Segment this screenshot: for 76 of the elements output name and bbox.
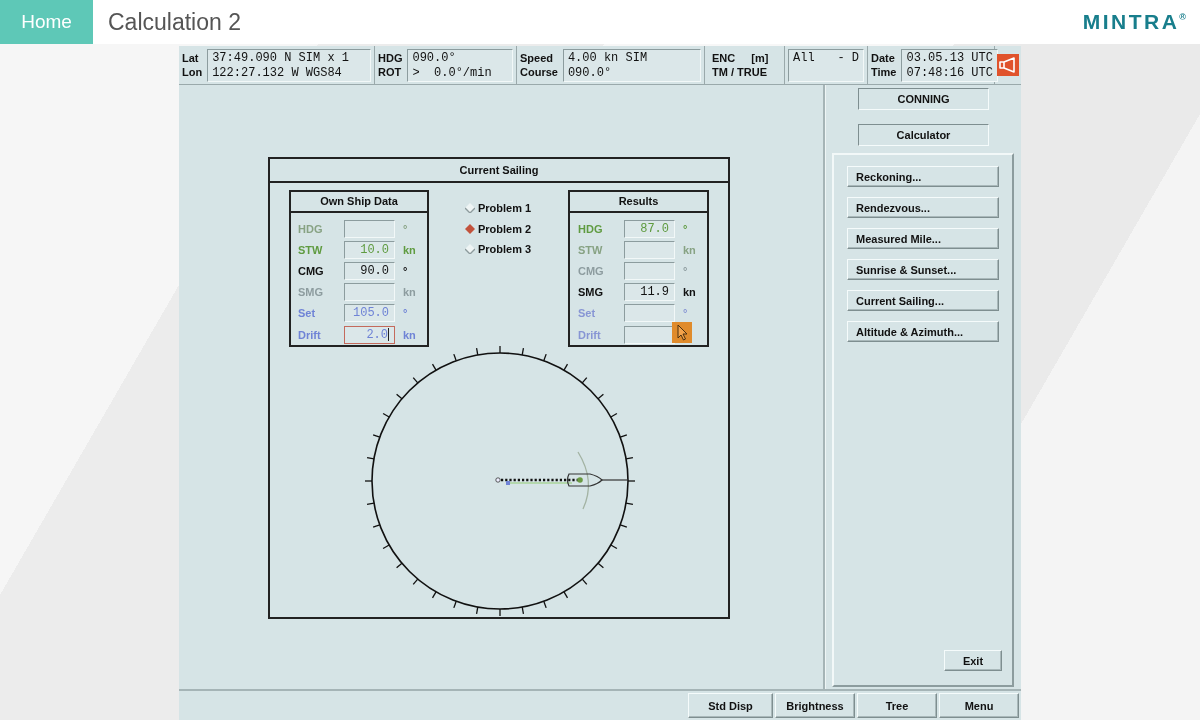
text-cursor-icon: [388, 328, 389, 342]
field-label: Drift: [578, 328, 602, 341]
toolbar-button[interactable]: Brightness: [775, 693, 855, 718]
status-value: 090.0°: [412, 50, 457, 66]
unit-label: kn: [683, 286, 696, 299]
group-title: Results: [570, 192, 707, 213]
field-label: Drift: [298, 328, 322, 341]
value-field[interactable]: 11.9: [624, 283, 675, 302]
status-label: ROT: [378, 65, 403, 79]
unit-label: kn: [403, 243, 416, 256]
value-field[interactable]: [624, 304, 675, 323]
status-label: Lon: [182, 65, 203, 79]
toolbar-button[interactable]: Std Disp: [688, 693, 773, 718]
status-label: Speed: [520, 51, 554, 65]
group-title: Own Ship Data: [291, 192, 427, 213]
unit-label: °: [403, 222, 408, 235]
field-label: SMG: [578, 286, 605, 299]
status-value: > 0.0°/min: [412, 65, 493, 81]
calculation-button[interactable]: Altitude & Azimuth...: [847, 321, 999, 342]
unit-label: kn: [403, 328, 416, 341]
toolbar-button[interactable]: Menu: [939, 693, 1019, 718]
field-label: Set: [578, 307, 597, 320]
status-label: Time: [871, 65, 897, 79]
filter-value: - D: [837, 50, 859, 66]
status-value: 090.0°: [567, 65, 613, 81]
value-field[interactable]: [344, 219, 395, 238]
value-field[interactable]: 90.0: [344, 261, 395, 280]
unit-label: kn: [403, 286, 416, 299]
horn-icon[interactable]: [997, 54, 1019, 76]
exit-button[interactable]: Exit: [944, 650, 1002, 671]
field-label: Set: [298, 307, 317, 320]
panel-title: Current Sailing: [270, 159, 728, 183]
calculation-button[interactable]: Reckoning...: [847, 166, 999, 187]
mode-button[interactable]: Calculator: [858, 124, 989, 146]
field-label: SMG: [298, 286, 325, 299]
status-label: HDG: [378, 51, 403, 65]
value-field[interactable]: [624, 261, 675, 280]
status-value: 122:27.132 W WGS84: [212, 65, 343, 81]
unit-label: kn: [683, 243, 696, 256]
brand-logo: MINTRA$^{®}$: [1082, 10, 1186, 34]
unit-label: °: [683, 264, 688, 277]
page-title: Calculation 2: [108, 8, 241, 36]
field-label: HDG: [578, 222, 604, 235]
status-value: 03.05.13 UTC: [906, 50, 993, 66]
problem-radio[interactable]: Problem 1: [465, 198, 532, 219]
field-label: HDG: [298, 222, 324, 235]
value-field[interactable]: [344, 283, 395, 302]
mode-label: [m]: [751, 51, 769, 65]
value-field[interactable]: [624, 325, 675, 344]
calculation-button[interactable]: Current Sailing...: [847, 290, 999, 311]
calculation-button[interactable]: Measured Mile...: [847, 228, 999, 249]
unit-label: °: [403, 264, 408, 277]
field-label: STW: [578, 243, 604, 256]
status-label: Lat: [182, 51, 200, 65]
unit-label: °: [683, 222, 688, 235]
mode-button[interactable]: CONNING: [858, 88, 989, 110]
calculation-button[interactable]: Rendezvous...: [847, 197, 999, 218]
status-value: 37:49.090 N SIM x 1: [212, 50, 350, 66]
status-value: 07:48:16 UTC: [906, 65, 993, 81]
problem-radio[interactable]: Problem 3: [465, 239, 532, 260]
mode-label: ENC: [712, 51, 736, 65]
unit-label: °: [683, 307, 688, 320]
field-label: CMG: [578, 264, 605, 277]
problem-radio[interactable]: Problem 2: [465, 218, 532, 239]
status-label: Course: [520, 65, 558, 79]
status-value: 4.00 kn SIM: [567, 50, 649, 66]
mode-label: TM / TRUE: [712, 65, 767, 79]
value-field[interactable]: [624, 240, 675, 259]
calculation-button[interactable]: Sunrise & Sunset...: [847, 259, 999, 280]
mouse-pointer-icon: [672, 322, 692, 343]
toolbar-button[interactable]: Tree: [857, 693, 937, 718]
field-label: CMG: [298, 264, 325, 277]
field-label: STW: [298, 243, 324, 256]
unit-label: °: [403, 307, 408, 320]
status-label: Date: [871, 51, 896, 65]
filter-value: All: [793, 50, 815, 66]
